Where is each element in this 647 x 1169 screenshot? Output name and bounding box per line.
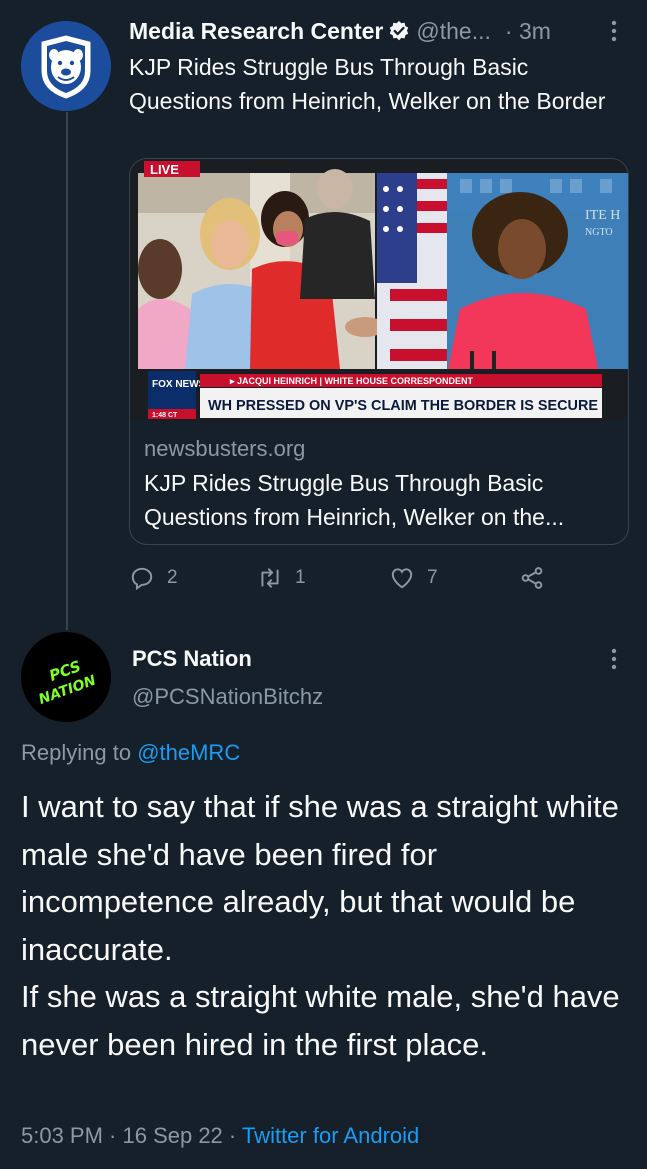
reply-tweet-text: I want to say that if she was a straight… <box>21 783 631 1068</box>
display-name[interactable]: Media Research Center <box>129 18 383 45</box>
tweet-text: KJP Rides Struggle Bus Through Basic Que… <box>129 54 606 114</box>
like-count: 7 <box>427 567 438 588</box>
like-button[interactable]: 7 <box>389 560 438 596</box>
source-link[interactable]: Twitter for Android <box>242 1123 419 1148</box>
clock-label: 1:48 CT <box>152 412 178 419</box>
link-card[interactable]: ITE H NGTO LIVE FOX NEWS 1:48 CT ▸ JACQU… <box>129 158 629 545</box>
handle[interactable]: @PCSNationBitchz <box>132 684 323 710</box>
thread-connector-line <box>66 112 68 630</box>
retweet-count: 1 <box>295 567 306 588</box>
fox-news-logo: FOX NEWS <box>152 379 206 390</box>
replying-to: Replying to @theMRC <box>21 740 240 766</box>
bulldog-logo-icon <box>21 21 111 111</box>
svg-text:NGTO: NGTO <box>585 227 613 238</box>
reply-button[interactable]: 2 <box>129 560 178 596</box>
card-title: KJP Rides Struggle Bus Through Basic Que… <box>144 470 565 530</box>
live-badge: LIVE <box>150 162 179 177</box>
heart-icon <box>391 568 413 589</box>
replying-mention-link[interactable]: @theMRC <box>137 740 240 765</box>
reply-paragraph: I want to say that if she was a straight… <box>21 789 619 967</box>
timestamp: 5:03 PM · 16 Sep 22 · <box>21 1123 242 1148</box>
more-options-icon[interactable] <box>606 18 622 44</box>
card-domain: newsbusters.org <box>144 436 306 461</box>
lower-third-sub: ▸ JACQUI HEINRICH | WHITE HOUSE CORRESPO… <box>229 376 474 386</box>
handle[interactable]: @the... <box>416 18 491 45</box>
avatar-mrc[interactable] <box>21 21 111 111</box>
tweet-actions: 2 1 7 <box>129 560 629 596</box>
reply-paragraph: If she was a straight white male, she'd … <box>21 979 620 1062</box>
timestamp[interactable]: · 3m <box>505 18 551 45</box>
lower-third-headline: WH PRESSED ON VP'S CLAIM THE BORDER IS S… <box>208 397 598 414</box>
display-name[interactable]: PCS Nation <box>132 646 252 672</box>
tweet-header: Media Research Center @the... · 3m <box>129 14 629 48</box>
verified-badge-icon <box>388 20 410 42</box>
tweet-meta: 5:03 PM · 16 Sep 22 · Twitter for Androi… <box>21 1123 419 1149</box>
retweet-icon <box>261 568 279 588</box>
reply-count: 2 <box>167 567 178 588</box>
svg-text:ITE H: ITE H <box>585 208 620 223</box>
share-icon <box>521 567 543 589</box>
more-options-icon[interactable] <box>606 646 622 672</box>
reply-icon <box>131 567 153 591</box>
replying-prefix: Replying to <box>21 740 138 765</box>
share-button[interactable] <box>519 560 557 596</box>
retweet-button[interactable]: 1 <box>257 560 306 596</box>
news-thumbnail: ITE H NGTO LIVE FOX NEWS 1:48 CT ▸ JACQU… <box>130 159 628 421</box>
pcs-nation-logo: PCS NATION <box>21 632 111 722</box>
avatar-pcs-nation[interactable]: PCS NATION <box>21 632 111 722</box>
